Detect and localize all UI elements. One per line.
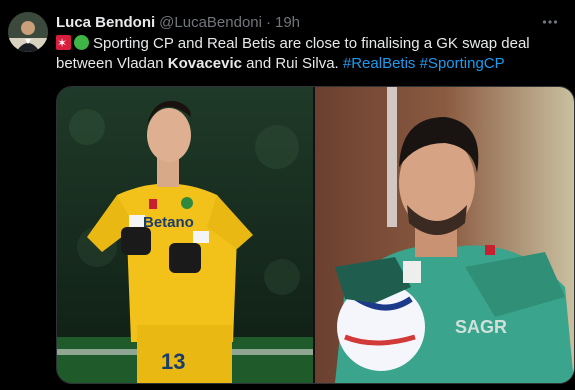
tweet-text-part2: and Rui Silva.: [241, 55, 343, 72]
red-flag-emoji-icon: [56, 33, 71, 53]
timestamp[interactable]: 19h: [275, 14, 300, 31]
avatar[interactable]: [8, 12, 48, 52]
photo-left[interactable]: Betano 13: [57, 87, 313, 383]
handle[interactable]: @LucaBendoni: [159, 14, 262, 31]
jersey-sponsor-text-right: SAGR: [455, 317, 507, 337]
hashtag-sportingcp[interactable]: #SportingCP: [420, 55, 505, 72]
avatar-image: [8, 12, 48, 52]
hashtag-realbetis[interactable]: #RealBetis: [343, 55, 416, 72]
tweet-header: Luca Bendoni @LucaBendoni · 19h: [56, 12, 300, 32]
goalkeeper-green-kit-image: SAGR: [315, 87, 574, 383]
separator: ·: [265, 13, 271, 31]
tweet-text-bold: Kovacevic: [167, 55, 242, 72]
green-circle-emoji-icon: [74, 35, 89, 50]
media-grid: Betano 13 SAGR: [56, 86, 575, 384]
more-horizontal-icon: [542, 20, 558, 24]
display-name[interactable]: Luca Bendoni: [56, 14, 155, 31]
tweet[interactable]: Luca Bendoni @LucaBendoni · 19h Sporting…: [0, 0, 575, 390]
goalkeeper-yellow-kit-image: Betano 13: [57, 87, 313, 383]
tweet-text: Sporting CP and Real Betis are close to …: [56, 33, 561, 74]
jersey-number-text: 13: [161, 349, 185, 374]
photo-right[interactable]: SAGR: [315, 87, 574, 383]
more-options-button[interactable]: [539, 12, 561, 32]
jersey-sponsor-text: Betano: [143, 214, 194, 231]
